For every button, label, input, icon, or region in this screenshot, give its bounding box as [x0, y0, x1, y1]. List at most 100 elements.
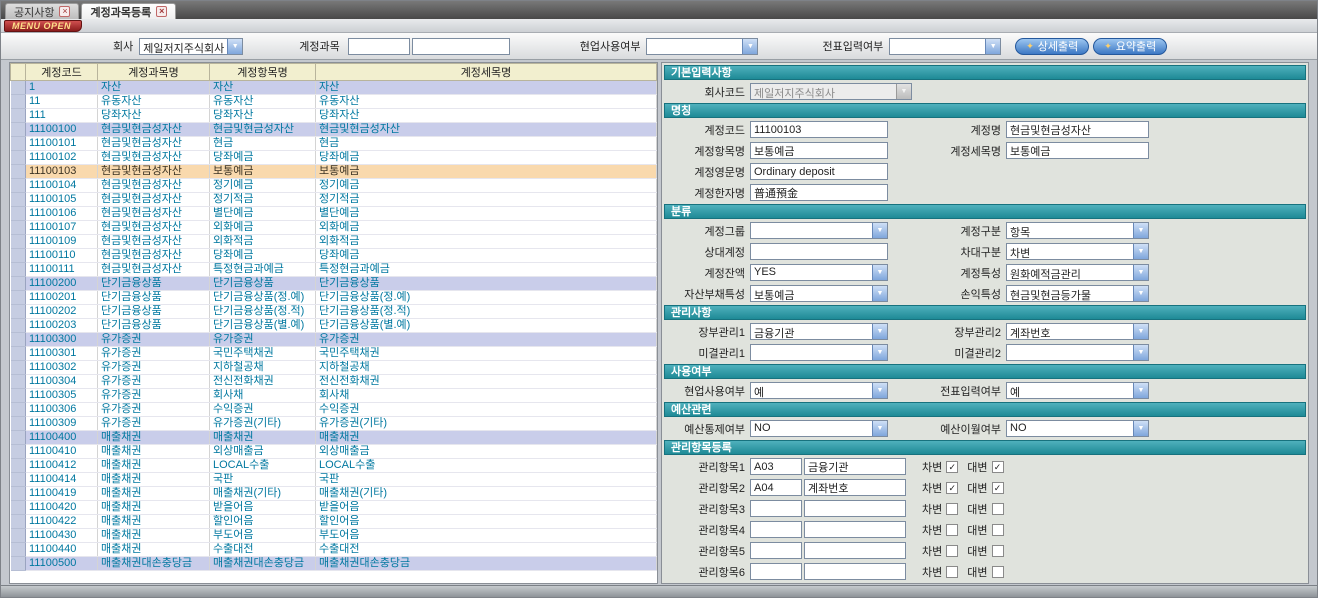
- table-row[interactable]: 11100305유가증권회사채회사채: [11, 389, 657, 403]
- cell-account-detail[interactable]: 부도어음: [316, 529, 657, 543]
- cell-account-subject[interactable]: 매출채권: [98, 459, 210, 473]
- cell-account-subject[interactable]: 유동자산: [98, 95, 210, 109]
- row-selector[interactable]: [11, 81, 26, 95]
- cell-account-detail[interactable]: 받을어음: [316, 501, 657, 515]
- cell-account-code[interactable]: 11100301: [26, 347, 98, 361]
- table-row[interactable]: 11100200단기금융상품단기금융상품단기금융상품: [11, 277, 657, 291]
- mgmt-item-name-input[interactable]: [804, 542, 906, 559]
- cell-account-subject[interactable]: 현금및현금성자산: [98, 249, 210, 263]
- cell-account-detail[interactable]: 단기금융상품(정.적): [316, 305, 657, 319]
- cell-account-detail[interactable]: 할인어음: [316, 515, 657, 529]
- cell-account-item[interactable]: 할인어음: [210, 515, 316, 529]
- cell-account-subject[interactable]: 단기금융상품: [98, 319, 210, 333]
- table-row[interactable]: 11100414매출채권국판국판: [11, 473, 657, 487]
- account-code-input[interactable]: [750, 121, 888, 138]
- row-selector[interactable]: [11, 557, 26, 571]
- debit-checkbox[interactable]: ✓: [946, 461, 958, 473]
- table-row[interactable]: 11100309유가증권유가증권(기타)유가증권(기타): [11, 417, 657, 431]
- row-selector[interactable]: [11, 375, 26, 389]
- table-row[interactable]: 11100419매출채권매출채권(기타)매출채권(기타): [11, 487, 657, 501]
- cell-account-detail[interactable]: 유가증권: [316, 333, 657, 347]
- account-division-select[interactable]: 항목▼: [1006, 222, 1149, 239]
- row-selector[interactable]: [11, 431, 26, 445]
- cell-account-detail[interactable]: 외화예금: [316, 221, 657, 235]
- field-use-select[interactable]: 예▼: [750, 382, 888, 399]
- cell-account-code[interactable]: 11100414: [26, 473, 98, 487]
- cell-account-code[interactable]: 11100200: [26, 277, 98, 291]
- row-selector[interactable]: [11, 179, 26, 193]
- mgmt-item-code-input[interactable]: [750, 500, 802, 517]
- cell-account-subject[interactable]: 단기금융상품: [98, 291, 210, 305]
- cell-account-item[interactable]: 외화적금: [210, 235, 316, 249]
- cell-account-subject[interactable]: 유가증권: [98, 361, 210, 375]
- cell-account-detail[interactable]: 현금: [316, 137, 657, 151]
- table-row[interactable]: 11100102현금및현금성자산당좌예금당좌예금: [11, 151, 657, 165]
- cell-account-subject[interactable]: 현금및현금성자산: [98, 123, 210, 137]
- account-group-select[interactable]: ▼: [750, 222, 888, 239]
- cell-account-detail[interactable]: 외화적금: [316, 235, 657, 249]
- cell-account-code[interactable]: 11100412: [26, 459, 98, 473]
- hanja-name-input[interactable]: [750, 184, 888, 201]
- tab-notice[interactable]: 공지사항 ×: [5, 3, 79, 19]
- cell-account-detail[interactable]: 보통예금: [316, 165, 657, 179]
- cell-account-subject[interactable]: 현금및현금성자산: [98, 137, 210, 151]
- cell-account-item[interactable]: 별단예금: [210, 207, 316, 221]
- pending-mgmt2-select[interactable]: ▼: [1006, 344, 1149, 361]
- cell-account-item[interactable]: 전신전화채권: [210, 375, 316, 389]
- row-selector[interactable]: [11, 529, 26, 543]
- mgmt-item-code-input[interactable]: [750, 458, 802, 475]
- cell-account-detail[interactable]: 단기금융상품(정.예): [316, 291, 657, 305]
- cell-account-item[interactable]: 당좌자산: [210, 109, 316, 123]
- row-selector[interactable]: [11, 207, 26, 221]
- cell-account-item[interactable]: 매출채권(기타): [210, 487, 316, 501]
- cell-account-subject[interactable]: 현금및현금성자산: [98, 193, 210, 207]
- cell-account-code[interactable]: 11: [26, 95, 98, 109]
- row-selector[interactable]: [11, 165, 26, 179]
- row-selector[interactable]: [11, 501, 26, 515]
- cell-account-subject[interactable]: 자산: [98, 81, 210, 95]
- ledger-mgmt1-select[interactable]: 금융기관▼: [750, 323, 888, 340]
- cell-account-detail[interactable]: 유동자산: [316, 95, 657, 109]
- detail-print-button[interactable]: ✦ 상세출력: [1015, 38, 1089, 55]
- debit-checkbox[interactable]: [946, 524, 958, 536]
- cell-account-subject[interactable]: 매출채권대손충당금: [98, 557, 210, 571]
- cell-account-code[interactable]: 11100110: [26, 249, 98, 263]
- table-row[interactable]: 11100202단기금융상품단기금융상품(정.적)단기금융상품(정.적): [11, 305, 657, 319]
- cell-account-item[interactable]: 단기금융상품(정.적): [210, 305, 316, 319]
- debit-checkbox[interactable]: [946, 566, 958, 578]
- cell-account-detail[interactable]: 특정현금과예금: [316, 263, 657, 277]
- english-name-input[interactable]: [750, 163, 888, 180]
- cell-account-subject[interactable]: 현금및현금성자산: [98, 263, 210, 277]
- mgmt-item-name-input[interactable]: [804, 458, 906, 475]
- cell-account-code[interactable]: 11100304: [26, 375, 98, 389]
- tab-account-registration[interactable]: 계정과목등록 ×: [81, 3, 176, 19]
- cell-account-item[interactable]: 자산: [210, 81, 316, 95]
- cell-account-code[interactable]: 11100422: [26, 515, 98, 529]
- cell-account-subject[interactable]: 유가증권: [98, 333, 210, 347]
- counter-account-input[interactable]: [750, 243, 888, 260]
- cell-account-subject[interactable]: 유가증권: [98, 403, 210, 417]
- cell-account-detail[interactable]: 단기금융상품: [316, 277, 657, 291]
- cell-account-code[interactable]: 11100109: [26, 235, 98, 249]
- cell-account-code[interactable]: 11100419: [26, 487, 98, 501]
- cell-account-item[interactable]: 현금및현금성자산: [210, 123, 316, 137]
- credit-checkbox[interactable]: [992, 566, 1004, 578]
- row-selector[interactable]: [11, 291, 26, 305]
- cell-account-code[interactable]: 11100202: [26, 305, 98, 319]
- cell-account-subject[interactable]: 매출채권: [98, 487, 210, 501]
- table-row[interactable]: 11100300유가증권유가증권유가증권: [11, 333, 657, 347]
- cell-account-item[interactable]: 현금: [210, 137, 316, 151]
- cell-account-item[interactable]: 유동자산: [210, 95, 316, 109]
- cell-account-item[interactable]: 보통예금: [210, 165, 316, 179]
- cell-account-detail[interactable]: 정기예금: [316, 179, 657, 193]
- cell-account-code[interactable]: 11100309: [26, 417, 98, 431]
- table-row[interactable]: 11유동자산유동자산유동자산: [11, 95, 657, 109]
- cell-account-subject[interactable]: 단기금융상품: [98, 305, 210, 319]
- cell-account-item[interactable]: 외상매출금: [210, 445, 316, 459]
- cell-account-code[interactable]: 11100306: [26, 403, 98, 417]
- cell-account-code[interactable]: 11100101: [26, 137, 98, 151]
- header-account-subject[interactable]: 계정과목명: [98, 64, 210, 81]
- cell-account-detail[interactable]: 국민주택채권: [316, 347, 657, 361]
- cell-account-subject[interactable]: 유가증권: [98, 347, 210, 361]
- cell-account-subject[interactable]: 단기금융상품: [98, 277, 210, 291]
